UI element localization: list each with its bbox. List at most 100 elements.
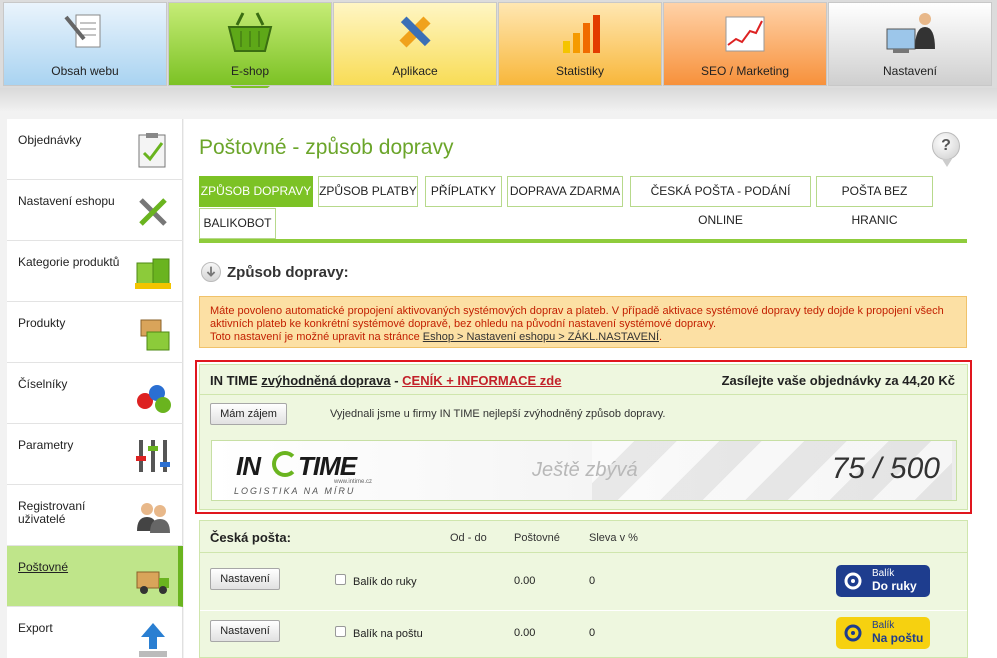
arrow-down-circle-icon [201, 262, 221, 282]
tab-zpusob-dopravy[interactable]: ZPŮSOB DOPRAVY [199, 176, 313, 207]
sidebar-item-label: Registrovaní uživatelé [18, 499, 86, 526]
notice-text-2: Toto nastavení je možné upravit na strán… [210, 331, 420, 343]
row-divider [200, 610, 967, 611]
sidebar-item-label: Parametry [18, 438, 74, 452]
nav-shadow [0, 88, 997, 112]
sidebar-item-label: Kategorie produktů [18, 255, 120, 269]
nav-tab-eshop[interactable]: E-shop [168, 2, 332, 86]
sidebar-item-parametry[interactable]: Parametry [7, 424, 183, 485]
truck-icon [136, 571, 169, 594]
intime-brand: IN TIME [210, 373, 258, 388]
sidebar-item-label: Produkty [18, 316, 66, 330]
row-postovne: 0.00 [514, 627, 536, 639]
badge-line-2: Do ruky [872, 579, 917, 593]
ruler-pencil-icon [399, 16, 431, 48]
row-sleva: 0 [589, 575, 596, 587]
intime-tagline: LOGISTIKA NA MÍRU [234, 486, 356, 496]
nav-tab-label: Nastavení [882, 64, 938, 78]
checkbox-balik-do-ruky[interactable] [335, 574, 346, 585]
tools-icon [139, 198, 167, 226]
sidebar-item-postovne[interactable]: Poštovné [7, 546, 183, 607]
intime-logo-swoosh-icon [272, 451, 298, 477]
nav-tab-nastaveni[interactable]: Nastavení [828, 2, 992, 86]
tab-zpusob-platby[interactable]: ZPŮSOB PLATBY [318, 176, 418, 207]
package-icon [140, 319, 170, 351]
divider [200, 394, 967, 395]
notice-settings-link[interactable]: Eshop > Nastavení eshopu > ZÁKL.NASTAVEN… [423, 331, 659, 343]
page-title: Poštovné - způsob dopravy [199, 136, 454, 159]
sliders-icon [136, 440, 170, 472]
notice-text: Máte povoleno automatické propojení akti… [210, 305, 944, 330]
notice-box: Máte povoleno automatické propojení akti… [199, 296, 967, 348]
intime-doprava-link[interactable]: zvýhodněná doprava [261, 373, 390, 388]
column-sleva: Sleva v % [589, 532, 638, 544]
tab-doprava-zdarma[interactable]: DOPRAVA ZDARMA [507, 176, 623, 207]
boxes-icon [135, 258, 171, 289]
intime-logo-in: IN [236, 451, 261, 481]
sidebar-item-label: Číselníky [18, 377, 68, 391]
document-tools-icon [64, 14, 101, 48]
sidebar-item-produkty[interactable]: Produkty [7, 302, 183, 363]
sidebar-item-ciselniky[interactable]: Číselníky [7, 363, 183, 424]
checkbox-balik-na-postu[interactable] [335, 626, 346, 637]
nav-tab-aplikace[interactable]: Aplikace [333, 2, 497, 86]
users-icon [137, 503, 170, 533]
sidebar-item-objednavky[interactable]: Objednávky [7, 119, 183, 180]
nastaveni-button-balik-do-ruky[interactable]: Nastavení [210, 568, 280, 590]
nastaveni-button-balik-na-postu[interactable]: Nastavení [210, 620, 280, 642]
row-label-balik-na-postu: Balík na poštu [353, 628, 423, 640]
remaining-count: 75 / 500 [831, 452, 940, 485]
ceska-posta-box: Česká pošta: Od - do Poštovné Sleva v % … [199, 520, 968, 658]
tabs-underline [199, 239, 967, 243]
sidebar-item-registrovani-uzivatele[interactable]: Registrovaní uživatelé [7, 485, 183, 546]
line-chart-icon [725, 16, 765, 52]
intime-cenik-link[interactable]: CENÍK + INFORMACE zde [402, 373, 561, 388]
notice-text-3: . [659, 331, 663, 343]
badge-line-1: Balík [872, 568, 895, 579]
tab-ceska-posta-podani-online[interactable]: ČESKÁ POŠTA - PODÁNÍ ONLINE [630, 176, 811, 227]
nav-tab-statistiky[interactable]: Statistiky [498, 2, 662, 86]
nav-tab-seo-marketing[interactable]: SEO / Marketing [663, 2, 827, 86]
balik-do-ruky-logo: Balík Do ruky [836, 565, 930, 597]
nav-tab-label: Statistiky [555, 64, 604, 78]
clipboard-icon [138, 133, 166, 168]
sidebar-item-kategorie-produktu[interactable]: Kategorie produktů [7, 241, 183, 302]
numbers-icon [137, 385, 171, 413]
main-content: Poštovné - způsob dopravy ? ZPŮSOB DOPRA… [184, 119, 997, 658]
nav-tab-label: Aplikace [392, 64, 438, 78]
sidebar: Objednávky Nastavení eshopu Kategorie pr… [7, 119, 183, 658]
section-title: Způsob dopravy: [227, 264, 349, 281]
export-icon [139, 623, 167, 657]
tab-priplatky[interactable]: PŘÍPLATKY [425, 176, 502, 207]
nav-tab-label: Obsah webu [51, 64, 119, 78]
tab-balikobot[interactable]: BALIKOBOT [199, 208, 276, 239]
intime-logo-time: TIME [298, 451, 357, 481]
bar-chart-icon [563, 15, 600, 53]
sidebar-item-nastaveni-eshopu[interactable]: Nastavení eshopu [7, 180, 183, 241]
help-icon-tail [942, 159, 952, 167]
sidebar-item-label: Poštovné [18, 560, 69, 574]
basket-icon [227, 12, 273, 52]
intime-dash: - [390, 373, 403, 388]
badge-line-1: Balík [872, 620, 895, 631]
intime-heading: IN TIME zvýhodněná doprava - CENÍK + INF… [210, 373, 561, 388]
badge-line-2: Na poštu [872, 631, 924, 645]
intime-web: www.intime.cz [334, 479, 373, 485]
nav-tab-label: E-shop [230, 64, 270, 78]
tab-posta-bez-hranic[interactable]: POŠTA BEZ HRANIC [816, 176, 933, 227]
mam-zajem-button[interactable]: Mám zájem [210, 403, 287, 425]
row-postovne: 0.00 [514, 575, 536, 587]
help-icon[interactable]: ? [932, 132, 960, 160]
balik-na-postu-logo: Balík Na poštu [836, 617, 930, 649]
nav-tab-obsah-webu[interactable]: Obsah webu [3, 2, 167, 86]
row-sleva: 0 [589, 627, 596, 639]
column-postovne: Poštovné [514, 532, 560, 544]
remaining-label: Ještě zbývá [532, 459, 638, 481]
nav-tab-label: SEO / Marketing [700, 64, 790, 78]
posthorn-icon [844, 624, 862, 642]
top-navigation: Obsah webu E-shop Aplikace Statistiky SE… [0, 0, 997, 88]
sidebar-item-export[interactable]: Export [7, 607, 183, 658]
ceska-posta-title: Česká pošta: [210, 530, 291, 545]
intime-price-note: Zasílejte vaše objednávky za 44,20 Kč [721, 373, 955, 388]
sidebar-item-label: Objednávky [18, 133, 82, 147]
